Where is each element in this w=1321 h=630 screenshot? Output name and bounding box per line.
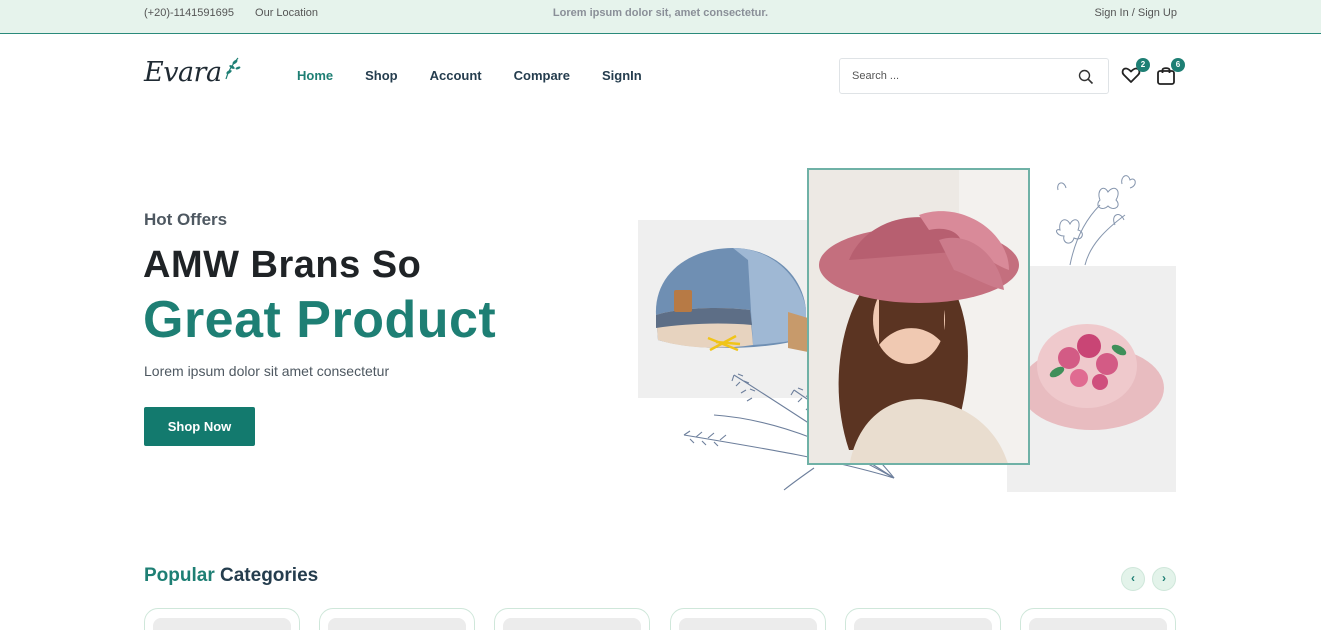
nav-compare[interactable]: Compare xyxy=(514,68,570,83)
woman-in-hat-photo xyxy=(807,168,1030,465)
hero-subtitle: Hot Offers xyxy=(144,210,228,229)
logo-text: Evara xyxy=(144,57,222,88)
categories-next-button[interactable]: › xyxy=(1152,567,1176,591)
heading-accent: Popular xyxy=(144,565,215,586)
cart-button[interactable]: 6 xyxy=(1155,58,1185,86)
cart-count-badge: 6 xyxy=(1171,58,1185,72)
shop-now-button[interactable]: Shop Now xyxy=(144,407,255,446)
main-nav: Home Shop Account Compare SignIn xyxy=(297,68,674,83)
category-image xyxy=(153,618,291,630)
category-card[interactable] xyxy=(670,608,826,630)
hero-title-line2: Great Product xyxy=(143,291,497,349)
category-image xyxy=(1029,618,1167,630)
search-box xyxy=(839,58,1109,94)
hero-title-line1: AMW Brans So xyxy=(143,244,422,286)
category-image xyxy=(328,618,466,630)
search-input[interactable] xyxy=(840,59,1060,93)
hero-description: Lorem ipsum dolor sit amet consectetur xyxy=(144,363,390,379)
category-card[interactable] xyxy=(845,608,1001,630)
popular-categories-heading: Popular Categories xyxy=(144,565,318,587)
nav-account[interactable]: Account xyxy=(430,68,482,83)
logo[interactable]: Evara xyxy=(144,57,244,93)
category-card[interactable] xyxy=(144,608,300,630)
category-card[interactable] xyxy=(494,608,650,630)
main-header: Evara Home Shop Account Compare SignIn 2 xyxy=(0,35,1321,117)
nav-home[interactable]: Home xyxy=(297,68,333,83)
heading-rest: Categories xyxy=(214,565,319,586)
category-card[interactable] xyxy=(319,608,475,630)
category-card[interactable] xyxy=(1020,608,1176,630)
categories-prev-button[interactable]: ‹ xyxy=(1121,567,1145,591)
category-image xyxy=(503,618,641,630)
model-wearing-hat-image xyxy=(809,170,1028,463)
search-icon[interactable] xyxy=(1078,69,1094,85)
category-image xyxy=(679,618,817,630)
category-image xyxy=(854,618,992,630)
pink-hat-image-panel xyxy=(1007,266,1176,492)
flower-sketch-decoration xyxy=(1056,175,1136,266)
nav-signin[interactable]: SignIn xyxy=(602,68,642,83)
sign-in-sign-up-link[interactable]: Sign In / Sign Up xyxy=(1094,7,1177,19)
floral-hat-image xyxy=(1020,324,1164,430)
leaf-icon xyxy=(225,57,241,80)
wishlist-count-badge: 2 xyxy=(1136,58,1150,72)
wishlist-button[interactable]: 2 xyxy=(1120,58,1150,86)
top-bar: (+20)-1141591695 Our Location Lorem ipsu… xyxy=(0,0,1321,34)
nav-shop[interactable]: Shop xyxy=(365,68,398,83)
